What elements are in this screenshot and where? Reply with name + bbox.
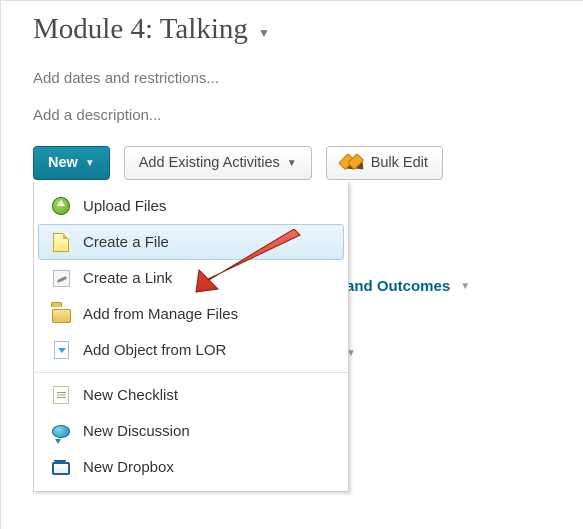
bulk-edit-label: Bulk Edit bbox=[371, 155, 428, 171]
new-dropdown-menu: Upload Files Create a File Create a Link… bbox=[33, 182, 349, 492]
module-options-caret[interactable]: ▼ bbox=[258, 20, 270, 40]
menu-item-add-from-lor[interactable]: Add Object from LOR bbox=[38, 332, 344, 368]
checklist-icon bbox=[51, 385, 71, 405]
module-title: Module 4: Talking bbox=[33, 13, 248, 46]
discussion-icon bbox=[51, 421, 71, 441]
menu-item-new-discussion[interactable]: New Discussion bbox=[38, 413, 344, 449]
upload-icon bbox=[51, 196, 71, 216]
outcomes-fragment: and Outcomes bbox=[346, 278, 450, 295]
caret-down-icon: ▼ bbox=[460, 281, 470, 292]
bulk-edit-button[interactable]: Bulk Edit bbox=[326, 146, 443, 180]
menu-separator bbox=[34, 372, 348, 373]
menu-item-label: Create a Link bbox=[83, 270, 172, 287]
menu-item-create-file[interactable]: Create a File bbox=[38, 224, 344, 260]
add-description-link[interactable]: Add a description... bbox=[33, 107, 583, 124]
menu-item-label: Create a File bbox=[83, 234, 169, 251]
menu-item-label: Add from Manage Files bbox=[83, 306, 238, 323]
pencil-icon bbox=[341, 156, 364, 170]
menu-item-label: New Dropbox bbox=[83, 459, 174, 476]
menu-item-create-link[interactable]: Create a Link bbox=[38, 260, 344, 296]
folder-icon bbox=[51, 304, 71, 324]
menu-item-label: Add Object from LOR bbox=[83, 342, 226, 359]
new-button-label: New bbox=[48, 155, 78, 171]
new-button[interactable]: New ▼ bbox=[33, 146, 110, 180]
background-outcomes-text: and Outcomes ▼ bbox=[346, 278, 470, 295]
caret-down-icon: ▼ bbox=[85, 158, 95, 169]
file-icon bbox=[51, 232, 71, 252]
menu-item-label: New Checklist bbox=[83, 387, 178, 404]
menu-item-new-checklist[interactable]: New Checklist bbox=[38, 377, 344, 413]
menu-item-new-dropbox[interactable]: New Dropbox bbox=[38, 449, 344, 485]
add-existing-label: Add Existing Activities bbox=[139, 155, 280, 171]
menu-item-add-from-manage-files[interactable]: Add from Manage Files bbox=[38, 296, 344, 332]
module-toolbar: New ▼ Add Existing Activities ▼ Bulk Edi… bbox=[33, 146, 583, 180]
menu-item-label: New Discussion bbox=[83, 423, 190, 440]
add-existing-activities-button[interactable]: Add Existing Activities ▼ bbox=[124, 146, 312, 180]
lor-icon bbox=[51, 340, 71, 360]
menu-item-upload-files[interactable]: Upload Files bbox=[38, 188, 344, 224]
caret-down-icon: ▼ bbox=[287, 158, 297, 169]
menu-item-label: Upload Files bbox=[83, 198, 166, 215]
dropbox-icon bbox=[51, 457, 71, 477]
add-dates-link[interactable]: Add dates and restrictions... bbox=[33, 70, 583, 87]
link-icon bbox=[51, 268, 71, 288]
